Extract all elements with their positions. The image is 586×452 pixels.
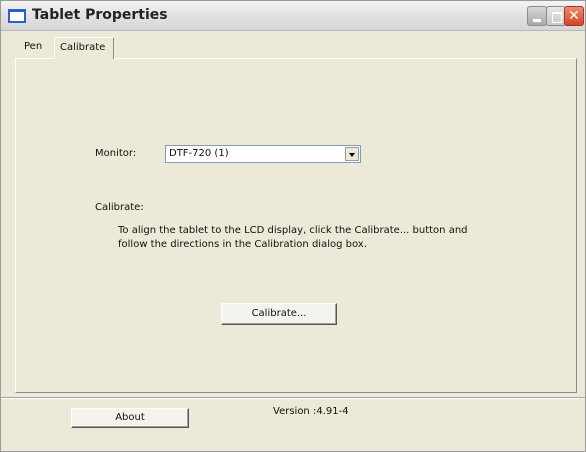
calibrate-description-line-1: To align the tablet to the LCD display, …: [118, 225, 468, 236]
about-button[interactable]: About: [71, 408, 189, 428]
chevron-down-icon[interactable]: [345, 147, 359, 161]
title-bar[interactable]: Tablet Properties ✕: [1, 1, 585, 31]
window-title: Tablet Properties: [32, 7, 168, 23]
tab-pen[interactable]: Pen: [19, 37, 47, 59]
minimize-button[interactable]: [527, 6, 547, 26]
maximize-button[interactable]: [546, 6, 566, 26]
version-text: Version :4.91-4: [273, 406, 349, 417]
close-button[interactable]: ✕: [564, 6, 584, 26]
monitor-label: Monitor:: [95, 148, 137, 159]
calibrate-section-label: Calibrate:: [95, 202, 144, 213]
monitor-select-value: DTF-720 (1): [169, 148, 229, 159]
tab-calibrate[interactable]: Calibrate: [54, 37, 114, 59]
window-app-icon: [8, 9, 26, 23]
calibrate-description: To align the tablet to the LCD display, …: [118, 224, 478, 252]
monitor-select[interactable]: DTF-720 (1): [165, 145, 361, 163]
footer-separator: [1, 397, 585, 399]
calibrate-description-line-2: follow the directions in the Calibration…: [118, 239, 367, 250]
tablet-properties-window: Tablet Properties ✕ Pen Calibrate Monito…: [0, 0, 586, 452]
calibrate-button[interactable]: Calibrate...: [221, 303, 337, 325]
